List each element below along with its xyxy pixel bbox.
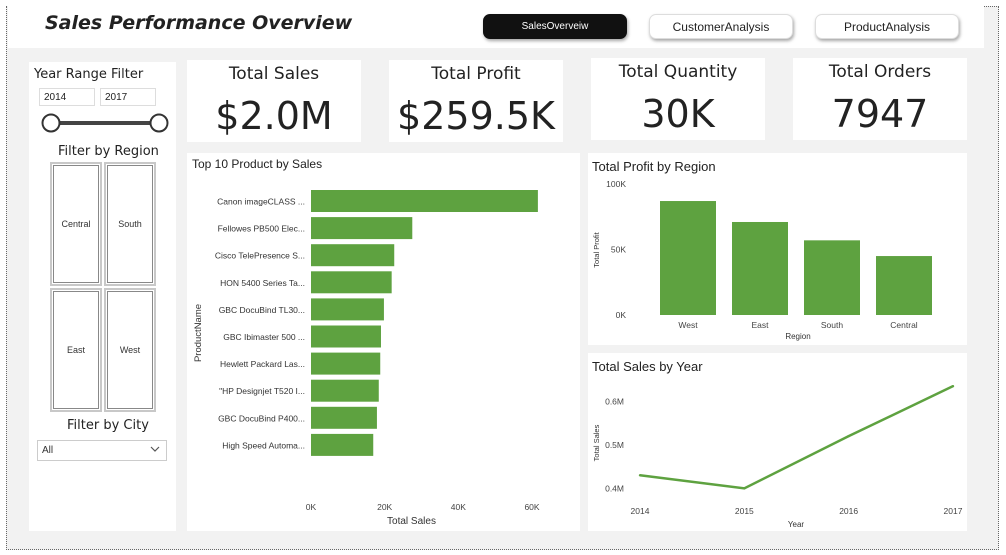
slider-handle-end[interactable] (149, 113, 169, 133)
y-tick-label: 50K (611, 245, 626, 255)
city-select[interactable]: All (37, 440, 167, 461)
bar (311, 406, 377, 429)
page-title: Sales Performance Overview (45, 12, 353, 34)
chart-title: Total Profit by Region (592, 159, 716, 174)
kpi-card-total-quantity: Total Quantity 30K (591, 58, 765, 140)
x-tick-label: East (751, 320, 769, 330)
y-tick-label: GBC Ibimaster 500 ... (223, 332, 305, 342)
kpi-value: 30K (641, 92, 715, 136)
region-filter-title: Filter by Region (58, 144, 159, 159)
city-filter-title: Filter by City (67, 418, 149, 433)
profit-region-chart: Total Profit by Region 0K 50K 100K West East S… (592, 159, 932, 341)
chevron-down-icon (150, 446, 160, 452)
year-range-slider[interactable] (38, 112, 172, 134)
bar (311, 325, 381, 348)
bar (732, 221, 788, 315)
x-tick-label: 0K (306, 502, 317, 512)
region-tile-east[interactable]: East (50, 288, 102, 412)
sales-line (639, 385, 954, 490)
kpi-label: Total Orders (828, 62, 932, 82)
y-tick-label: 100K (606, 179, 626, 189)
x-tick-label: 2016 (839, 506, 858, 516)
y-tick-label: 0.5M (605, 440, 624, 450)
x-tick-label: Central (890, 320, 918, 330)
x-tick-label: 60K (524, 502, 539, 512)
chart-title: Top 10 Product by Sales (192, 157, 322, 171)
x-tick-label: 2014 (631, 506, 650, 516)
kpi-value: $259.5K (397, 94, 555, 138)
kpi-card-total-profit: Total Profit $259.5K (389, 60, 563, 142)
top-products-card: Top 10 Product by Sales Canon imageCLASS … (187, 153, 580, 531)
data-point (847, 434, 850, 438)
bar (311, 217, 413, 240)
year-range-title: Year Range Filter (34, 67, 144, 82)
y-tick-label: Cisco TelePresence S... (215, 251, 305, 261)
x-tick-label: 40K (451, 502, 466, 512)
y-tick-label: 0.6M (605, 396, 624, 406)
bar (311, 271, 392, 294)
nav-button-sales-overview[interactable]: SalesOverveiw (483, 14, 627, 39)
nav-button-product-analysis[interactable]: ProductAnalysis (815, 14, 959, 39)
year-end-input[interactable]: 2017 (100, 88, 156, 106)
region-tile-south[interactable]: South (104, 162, 156, 286)
data-point (743, 487, 746, 490)
y-tick-label: GBC DocuBind P400... (218, 413, 305, 423)
x-tick-label: 20K (377, 502, 392, 512)
y-tick-label: 0K (616, 310, 627, 320)
bar (311, 190, 538, 212)
region-tile-central[interactable]: Central (50, 162, 102, 286)
y-tick-label: Fellowes PB500 Elec... (218, 224, 305, 234)
x-tick-label: 2017 (944, 506, 963, 516)
region-tile-west[interactable]: West (104, 288, 156, 412)
nav-button-customer-analysis[interactable]: CustomerAnalysis (649, 14, 793, 39)
y-axis-label: Total Profit (592, 231, 601, 267)
sales-year-card: Total Sales by Year 0.4M 0.5M 0.6M 2014 2015 2… (588, 353, 967, 531)
y-tick-label: Hewlett Packard Las... (220, 359, 305, 369)
x-axis-label: Region (785, 332, 810, 341)
bar (876, 256, 932, 315)
data-point (638, 474, 642, 477)
x-axis-label: Total Sales (387, 516, 436, 527)
sales-year-chart: Total Sales by Year 0.4M 0.5M 0.6M 2014 2015 2… (592, 359, 963, 529)
bar (311, 379, 379, 402)
x-tick-label: South (821, 320, 843, 330)
x-tick-label: West (678, 320, 698, 330)
kpi-card-total-sales: Total Sales $2.0M (187, 60, 361, 142)
y-tick-label: 0.4M (605, 483, 624, 493)
year-start-input[interactable]: 2014 (39, 88, 95, 106)
kpi-label: Total Quantity (618, 62, 738, 82)
bar (311, 298, 384, 321)
y-tick-label: GBC DocuBind TL30... (219, 305, 305, 315)
bar (311, 433, 374, 456)
kpi-value: $2.0M (215, 94, 333, 138)
bar (311, 244, 395, 267)
x-tick-label: 2015 (735, 506, 754, 516)
top-products-chart: Top 10 Product by Sales Canon imageCLASS … (192, 157, 540, 527)
bar (311, 352, 381, 375)
y-tick-label: High Speed Automa... (222, 440, 305, 450)
slider-handle-start[interactable] (41, 113, 61, 133)
x-axis-label: Year (788, 520, 805, 529)
y-tick-label: Canon imageCLASS ... (217, 197, 305, 207)
bar (660, 201, 716, 315)
city-select-value: All (42, 445, 54, 456)
kpi-card-total-orders: Total Orders 7947 (793, 58, 967, 140)
y-tick-label: HON 5400 Series Ta... (220, 278, 305, 288)
profit-region-card: Total Profit by Region 0K 50K 100K West East S… (588, 153, 967, 345)
kpi-label: Total Profit (431, 64, 521, 84)
kpi-label: Total Sales (228, 64, 320, 84)
bar (804, 240, 860, 315)
y-axis-label: Total Sales (592, 424, 601, 461)
y-tick-label: "HP Designjet T520 I... (219, 386, 305, 396)
y-axis-label: ProductName (193, 304, 204, 362)
chart-title: Total Sales by Year (592, 359, 703, 374)
kpi-value: 7947 (831, 92, 929, 136)
data-point (951, 384, 955, 388)
